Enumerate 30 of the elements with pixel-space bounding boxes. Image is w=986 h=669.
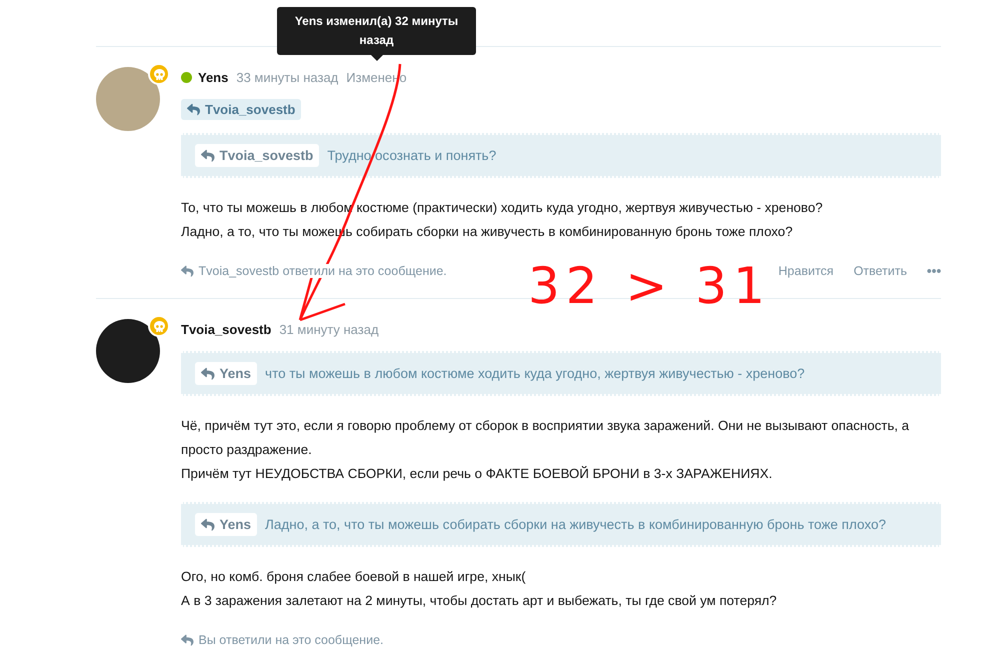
annotation-text: 32 > 31 [528,258,771,314]
quote-text: Трудно осознать и понять? [327,148,496,163]
reply-to-tag[interactable]: Tvoia_sovestb [181,99,302,120]
tooltip-pointer [371,55,383,61]
message-text: Ого, но комб. броня слабее боевой в нашей игре, хнык( [181,568,527,586]
quote-text: Ладно, а то, что ты можешь собирать сборки на живучесть в комбинированную бронь тоже плохо? [265,517,886,532]
action-link[interactable]: Нравится [778,264,834,278]
message-text: Чё, причём тут это, если я говорю проблему от сборок в восприятии звука заражений. Они не вызывают опасность, а просто раздражение. [181,417,910,459]
message-text: Причём тут НЕУДОБСТВА СБОРКИ, если речь о ФАКТЕ БОЕВОЙ БРОНИ в 3-х ЗАРАЖЕНИЯХ. [181,465,774,483]
quote-text: что ты можешь в любом костюме ходить куда угодно, жертвуя живучестью - хреново? [265,366,805,381]
action-link[interactable]: Ответить [854,264,907,278]
post-time[interactable]: 33 минуты назад [236,70,338,84]
skull-icon [154,320,164,332]
author-name[interactable]: Tvoia_sovestb [181,322,272,336]
message-text: А в 3 заражения залетают на 2 минуты, чтобы достать арт и выбежать, ты где свой ум потерял? [181,592,778,610]
author-name[interactable]: Yens [198,70,228,84]
reply-note: Вы ответили на это сообщение. [181,633,384,647]
reply-icon [201,366,214,380]
post-time[interactable]: 31 минуту назад [279,322,379,336]
reply-icon [187,103,200,116]
reply-icon [181,264,194,278]
reply-icon [181,634,194,646]
reply-note: Tvoia_sovestb ответили на это сообщение. [181,264,447,278]
reply-icon [201,518,214,532]
skull-icon [154,68,164,80]
quote-author-tag[interactable]: Yens [195,362,258,385]
reply-icon [201,148,214,162]
tooltip: Yens изменил(а) 32 минуты назад [277,7,476,55]
quote-author-tag[interactable]: Tvoia_sovestb [195,144,320,167]
quote-author-tag[interactable]: Yens [195,513,258,536]
